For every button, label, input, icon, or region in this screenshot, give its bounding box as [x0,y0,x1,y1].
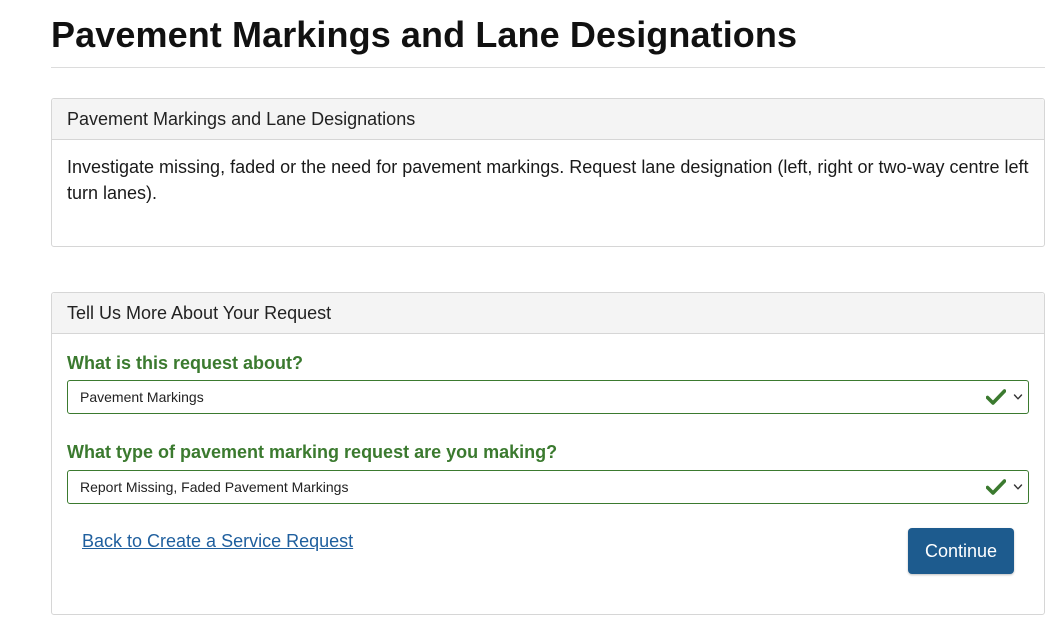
info-panel: Pavement Markings and Lane Designations … [51,98,1045,247]
info-panel-heading: Pavement Markings and Lane Designations [52,99,1044,140]
check-icon [986,479,1006,495]
continue-button[interactable]: Continue [908,528,1014,574]
info-panel-description: Investigate missing, faded or the need f… [67,157,1029,203]
marking-request-type-select[interactable]: Report Missing, Faded Pavement Markings [67,470,1029,504]
marking-request-type-label: What type of pavement marking request ar… [67,442,558,462]
request-about-select[interactable]: Pavement Markings [67,380,1029,414]
page: Pavement Markings and Lane Designations … [0,0,1045,619]
request-about-selected-value: Pavement Markings [80,389,204,405]
check-icon [986,389,1006,405]
chevron-down-icon [1013,394,1023,400]
marking-request-type-selected-value: Report Missing, Faded Pavement Markings [80,479,349,495]
page-title: Pavement Markings and Lane Designations [51,14,798,55]
title-divider [51,67,1045,68]
request-about-label: What is this request about? [67,353,304,373]
request-form-panel: Tell Us More About Your Request What is … [51,292,1045,615]
chevron-down-icon [1013,484,1023,490]
back-to-create-service-request-link[interactable]: Back to Create a Service Request [82,531,353,552]
form-panel-heading: Tell Us More About Your Request [52,293,1044,334]
